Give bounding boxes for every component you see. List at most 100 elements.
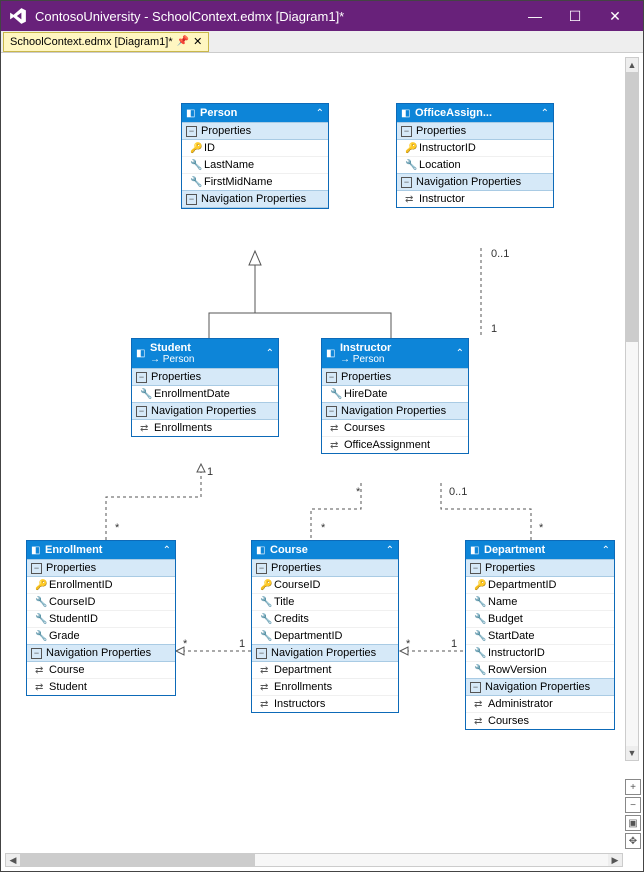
list-item[interactable]: 🔧LastName — [182, 156, 328, 173]
collapse-box-icon[interactable]: − — [256, 648, 267, 659]
pin-icon[interactable]: 📌 — [177, 36, 189, 47]
list-item[interactable]: 🔧Budget — [466, 610, 614, 627]
list-item[interactable]: 🔧FirstMidName — [182, 173, 328, 190]
minimize-button[interactable]: — — [515, 1, 555, 31]
navigation-section-header[interactable]: −Navigation Properties — [466, 678, 614, 696]
list-item[interactable]: 🔧RowVersion — [466, 661, 614, 678]
list-item[interactable]: 🔧InstructorID — [466, 644, 614, 661]
entity-header[interactable]: ◧ Student→ Person ⌃ — [132, 339, 278, 368]
zoom-out-button[interactable]: − — [625, 797, 641, 813]
list-item[interactable]: ⇄Department — [252, 662, 398, 678]
entity-header[interactable]: ◧ OfficeAssign... ⌃ — [397, 104, 553, 122]
collapse-box-icon[interactable]: − — [31, 563, 42, 574]
entity-header[interactable]: ◧ Instructor→ Person ⌃ — [322, 339, 468, 368]
navigation-section-header[interactable]: −Navigation Properties — [322, 402, 468, 420]
list-item[interactable]: ⇄OfficeAssignment — [322, 436, 468, 453]
properties-section-header[interactable]: − Properties — [182, 122, 328, 140]
list-item[interactable]: 🔑EnrollmentID — [27, 577, 175, 593]
collapse-box-icon[interactable]: − — [470, 682, 481, 693]
list-item[interactable]: 🔧EnrollmentDate — [132, 386, 278, 402]
chevron-up-icon[interactable]: ⌃ — [386, 545, 394, 556]
chevron-up-icon[interactable]: ⌃ — [266, 348, 274, 359]
entity-enrollment[interactable]: ◧ Enrollment ⌃ −Properties 🔑EnrollmentID… — [26, 540, 176, 696]
diagram-canvas[interactable]: 0..1 1 1 * * * 0..1 * * 1 * 1 ◧ Person ⌃… — [1, 53, 621, 853]
collapse-box-icon[interactable]: − — [31, 648, 42, 659]
tab-close-icon[interactable]: ✕ — [193, 35, 202, 48]
collapse-box-icon[interactable]: − — [401, 126, 412, 137]
collapse-box-icon[interactable]: − — [136, 372, 147, 383]
vscroll-track[interactable] — [626, 72, 638, 746]
properties-section-header[interactable]: −Properties — [252, 559, 398, 577]
list-item[interactable]: ⇄Instructor — [397, 191, 553, 207]
list-item[interactable]: 🔧Location — [397, 156, 553, 173]
chevron-up-icon[interactable]: ⌃ — [541, 108, 549, 119]
entity-header[interactable]: ◧ Department ⌃ — [466, 541, 614, 559]
list-item[interactable]: ⇄Enrollments — [252, 678, 398, 695]
list-item[interactable]: 🔧StartDate — [466, 627, 614, 644]
chevron-up-icon[interactable]: ⌃ — [163, 545, 171, 556]
close-button[interactable]: ✕ — [595, 1, 635, 31]
collapse-box-icon[interactable]: − — [136, 406, 147, 417]
navigation-section-header[interactable]: −Navigation Properties — [252, 644, 398, 662]
entity-person[interactable]: ◧ Person ⌃ − Properties 🔑ID 🔧LastName 🔧F… — [181, 103, 329, 209]
entity-header[interactable]: ◧ Enrollment ⌃ — [27, 541, 175, 559]
list-item[interactable]: ⇄Enrollments — [132, 420, 278, 436]
scroll-down-icon[interactable]: ▼ — [626, 746, 638, 760]
list-item[interactable]: 🔧HireDate — [322, 386, 468, 402]
entity-student[interactable]: ◧ Student→ Person ⌃ −Properties 🔧Enrollm… — [131, 338, 279, 437]
hscroll-track[interactable] — [20, 854, 608, 866]
properties-section-header[interactable]: −Properties — [397, 122, 553, 140]
chevron-up-icon[interactable]: ⌃ — [602, 545, 610, 556]
collapse-box-icon[interactable]: − — [256, 563, 267, 574]
entity-header[interactable]: ◧ Person ⌃ — [182, 104, 328, 122]
list-item[interactable]: 🔧StudentID — [27, 610, 175, 627]
navigation-section-header[interactable]: −Navigation Properties — [132, 402, 278, 420]
properties-section-header[interactable]: −Properties — [322, 368, 468, 386]
zoom-in-button[interactable]: + — [625, 779, 641, 795]
navigation-section-header[interactable]: −Navigation Properties — [27, 644, 175, 662]
vertical-scrollbar[interactable]: ▲ ▼ — [625, 57, 639, 761]
vscroll-thumb[interactable] — [626, 72, 638, 342]
hscroll-thumb[interactable] — [20, 854, 255, 866]
chevron-up-icon[interactable]: ⌃ — [456, 348, 464, 359]
scroll-right-icon[interactable]: ▶ — [608, 855, 622, 866]
list-item[interactable]: 🔑DepartmentID — [466, 577, 614, 593]
list-item[interactable]: ⇄Courses — [322, 420, 468, 436]
properties-section-header[interactable]: −Properties — [27, 559, 175, 577]
collapse-box-icon[interactable]: − — [470, 563, 481, 574]
list-item[interactable]: ⇄Student — [27, 678, 175, 695]
scroll-up-icon[interactable]: ▲ — [626, 58, 638, 72]
list-item[interactable]: 🔧Name — [466, 593, 614, 610]
chevron-up-icon[interactable]: ⌃ — [316, 108, 324, 119]
collapse-box-icon[interactable]: − — [186, 126, 197, 137]
properties-section-header[interactable]: −Properties — [466, 559, 614, 577]
list-item[interactable]: 🔧Title — [252, 593, 398, 610]
collapse-box-icon[interactable]: − — [326, 372, 337, 383]
entity-department[interactable]: ◧ Department ⌃ −Properties 🔑DepartmentID… — [465, 540, 615, 730]
list-item[interactable]: 🔑InstructorID — [397, 140, 553, 156]
list-item[interactable]: 🔧DepartmentID — [252, 627, 398, 644]
entity-instructor[interactable]: ◧ Instructor→ Person ⌃ −Properties 🔧Hire… — [321, 338, 469, 454]
list-item[interactable]: 🔧CourseID — [27, 593, 175, 610]
zoom-fit-button[interactable]: ▣ — [625, 815, 641, 831]
properties-section-header[interactable]: −Properties — [132, 368, 278, 386]
maximize-button[interactable]: ☐ — [555, 1, 595, 31]
entity-course[interactable]: ◧ Course ⌃ −Properties 🔑CourseID 🔧Title … — [251, 540, 399, 713]
collapse-box-icon[interactable]: − — [186, 194, 197, 205]
collapse-box-icon[interactable]: − — [326, 406, 337, 417]
entity-header[interactable]: ◧ Course ⌃ — [252, 541, 398, 559]
list-item[interactable]: ⇄Administrator — [466, 696, 614, 712]
navigation-section-header[interactable]: −Navigation Properties — [397, 173, 553, 191]
list-item[interactable]: ⇄Course — [27, 662, 175, 678]
list-item[interactable]: ⇄Courses — [466, 712, 614, 729]
list-item[interactable]: ⇄Instructors — [252, 695, 398, 712]
list-item[interactable]: 🔧Credits — [252, 610, 398, 627]
list-item[interactable]: 🔑CourseID — [252, 577, 398, 593]
collapse-box-icon[interactable]: − — [401, 177, 412, 188]
entity-office-assignment[interactable]: ◧ OfficeAssign... ⌃ −Properties 🔑Instruc… — [396, 103, 554, 208]
scroll-left-icon[interactable]: ◀ — [6, 855, 20, 866]
list-item[interactable]: 🔑ID — [182, 140, 328, 156]
horizontal-scrollbar[interactable]: ◀ ▶ — [5, 853, 623, 867]
document-tab[interactable]: SchoolContext.edmx [Diagram1]* 📌 ✕ — [3, 32, 209, 52]
list-item[interactable]: 🔧Grade — [27, 627, 175, 644]
